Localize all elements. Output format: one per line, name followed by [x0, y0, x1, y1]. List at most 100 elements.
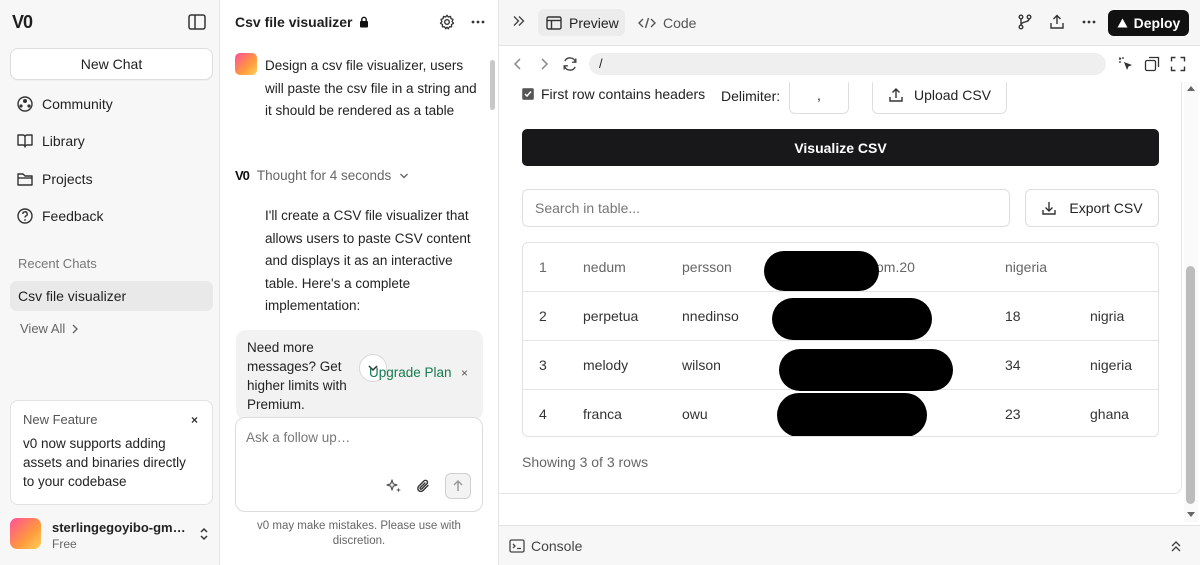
headers-checkbox[interactable] — [522, 88, 534, 100]
scroll-up-arrow-icon[interactable] — [1187, 86, 1195, 91]
lock-icon — [359, 16, 369, 28]
triangle-icon — [1117, 18, 1128, 28]
table-cell: franca — [583, 406, 622, 422]
headers-checkbox-row[interactable]: First row contains headers — [522, 86, 705, 102]
app-frame: First row contains headers Delimiter: Up… — [499, 82, 1182, 494]
forward-icon[interactable] — [539, 58, 549, 70]
new-chat-button[interactable]: New Chat — [10, 48, 213, 80]
feature-title: New Feature — [23, 412, 98, 427]
community-icon — [16, 95, 34, 113]
sidebar-item-projects[interactable]: Projects — [16, 167, 93, 191]
arrow-up-icon — [452, 479, 464, 493]
console-label: Console — [531, 538, 583, 554]
export-label: Export CSV — [1069, 200, 1143, 216]
reload-icon[interactable] — [562, 56, 578, 72]
thought-toggle[interactable]: V0 Thought for 4 seconds — [235, 168, 409, 183]
recent-chat-item[interactable]: Csv file visualizer — [10, 281, 213, 311]
chat-scrollbar[interactable] — [490, 60, 495, 110]
table-cell: nigeria — [1090, 357, 1133, 373]
more-icon[interactable] — [1081, 14, 1097, 30]
chat-panel: Csv file visualizer Design a csv file vi… — [220, 0, 499, 565]
table-cell: persson — [682, 259, 732, 275]
table-cell: nedum — [583, 259, 626, 275]
table-cell: ghana — [1090, 406, 1129, 422]
tab-preview[interactable]: Preview — [538, 9, 625, 36]
upgrade-plan-link[interactable]: Upgrade Plan — [369, 365, 452, 380]
table-cell: 1 — [539, 259, 547, 275]
follow-up-input[interactable] — [246, 430, 466, 445]
sidebar-item-label: Community — [42, 96, 113, 112]
redaction-mark — [777, 393, 927, 436]
thought-label: Thought for 4 seconds — [256, 168, 392, 183]
sparkle-icon[interactable] — [386, 478, 402, 494]
table-cell: nigria — [1090, 308, 1125, 324]
tab-label: Code — [663, 14, 697, 31]
chevron-up-down-icon[interactable] — [198, 526, 210, 542]
recent-chats-label: Recent Chats — [18, 256, 97, 271]
left-sidebar: V0 New Chat Community Library Projects F… — [0, 0, 220, 565]
csv-table: 1 nedum persson om.20 nigeria 2 perpetua… — [522, 242, 1159, 437]
git-branch-icon[interactable] — [1017, 14, 1033, 30]
scroll-down-arrow-icon[interactable] — [1187, 512, 1195, 517]
deploy-button[interactable]: Deploy — [1108, 10, 1189, 36]
tab-code[interactable]: Code — [638, 9, 696, 36]
close-icon[interactable]: × — [191, 413, 198, 427]
console-bar[interactable]: Console — [499, 525, 1200, 565]
sidebar-item-community[interactable]: Community — [16, 92, 113, 116]
user-menu[interactable]: sterlingegoyibo-gm… Free — [10, 518, 213, 552]
message-composer — [235, 417, 483, 512]
console-toggle[interactable]: Console — [509, 538, 582, 554]
visualize-csv-button[interactable]: Visualize CSV — [522, 129, 1159, 166]
preview-pane: / First row contains headers Delimiter: … — [499, 45, 1200, 565]
close-icon[interactable]: × — [461, 366, 468, 380]
more-icon[interactable] — [470, 14, 486, 30]
view-all-label: View All — [20, 321, 66, 336]
open-window-icon[interactable] — [1144, 56, 1160, 72]
back-icon[interactable] — [513, 58, 523, 70]
sidebar-item-label: Feedback — [42, 208, 104, 224]
gear-icon[interactable] — [439, 14, 455, 30]
double-chevron-right-icon[interactable] — [512, 15, 526, 27]
redaction-mark — [772, 298, 932, 340]
paperclip-icon[interactable] — [415, 478, 431, 494]
row-count: Showing 3 of 3 rows — [522, 454, 649, 470]
upgrade-text: Need more messages? Get higher limits wi… — [247, 340, 347, 412]
user-message: Design a csv file visualizer, users will… — [265, 58, 477, 118]
table-search-input[interactable] — [522, 189, 1010, 227]
table-cell: 23 — [1005, 406, 1021, 422]
folder-icon — [16, 170, 34, 188]
redaction-mark — [764, 251, 879, 291]
deploy-label: Deploy — [1133, 15, 1181, 31]
window-icon — [546, 15, 562, 30]
upload-csv-button[interactable]: Upload CSV — [872, 82, 1007, 114]
table-row: 4 franca owu 23 ghana — [523, 390, 1158, 436]
url-bar[interactable]: / — [589, 53, 1106, 75]
export-csv-button[interactable]: Export CSV — [1025, 189, 1159, 227]
v0-logo[interactable]: V0 — [12, 12, 33, 33]
preview-scrollbar[interactable] — [1186, 266, 1195, 504]
delimiter-input[interactable] — [789, 82, 849, 114]
send-button[interactable] — [445, 473, 471, 499]
table-row: 1 nedum persson om.20 nigeria — [523, 243, 1158, 292]
sidebar-item-library[interactable]: Library — [16, 129, 85, 153]
cursor-select-icon[interactable] — [1118, 56, 1134, 72]
table-cell: perpetua — [583, 308, 639, 324]
table-cell: melody — [583, 357, 629, 373]
fullscreen-icon[interactable] — [1170, 56, 1186, 72]
sidebar-toggle-icon[interactable] — [188, 14, 206, 30]
chevron-down-icon — [399, 172, 409, 180]
table-cell: 3 — [539, 357, 547, 373]
feature-body: v0 now supports adding assets and binari… — [23, 436, 186, 489]
table-row: 3 melody wilson 34 nigeria — [523, 341, 1158, 391]
user-name: sterlingegoyibo-gm… — [52, 520, 186, 535]
double-chevron-up-icon[interactable] — [1170, 539, 1182, 553]
table-cell: 34 — [1005, 357, 1021, 373]
share-icon[interactable] — [1049, 14, 1065, 30]
table-cell: om.20 — [876, 259, 915, 275]
table-cell: 4 — [539, 406, 547, 422]
view-all-link[interactable]: View All — [20, 321, 79, 336]
sidebar-item-feedback[interactable]: Feedback — [16, 204, 103, 228]
v0-logo: V0 — [235, 168, 250, 183]
tab-label: Preview — [569, 14, 619, 31]
avatar — [10, 518, 41, 549]
